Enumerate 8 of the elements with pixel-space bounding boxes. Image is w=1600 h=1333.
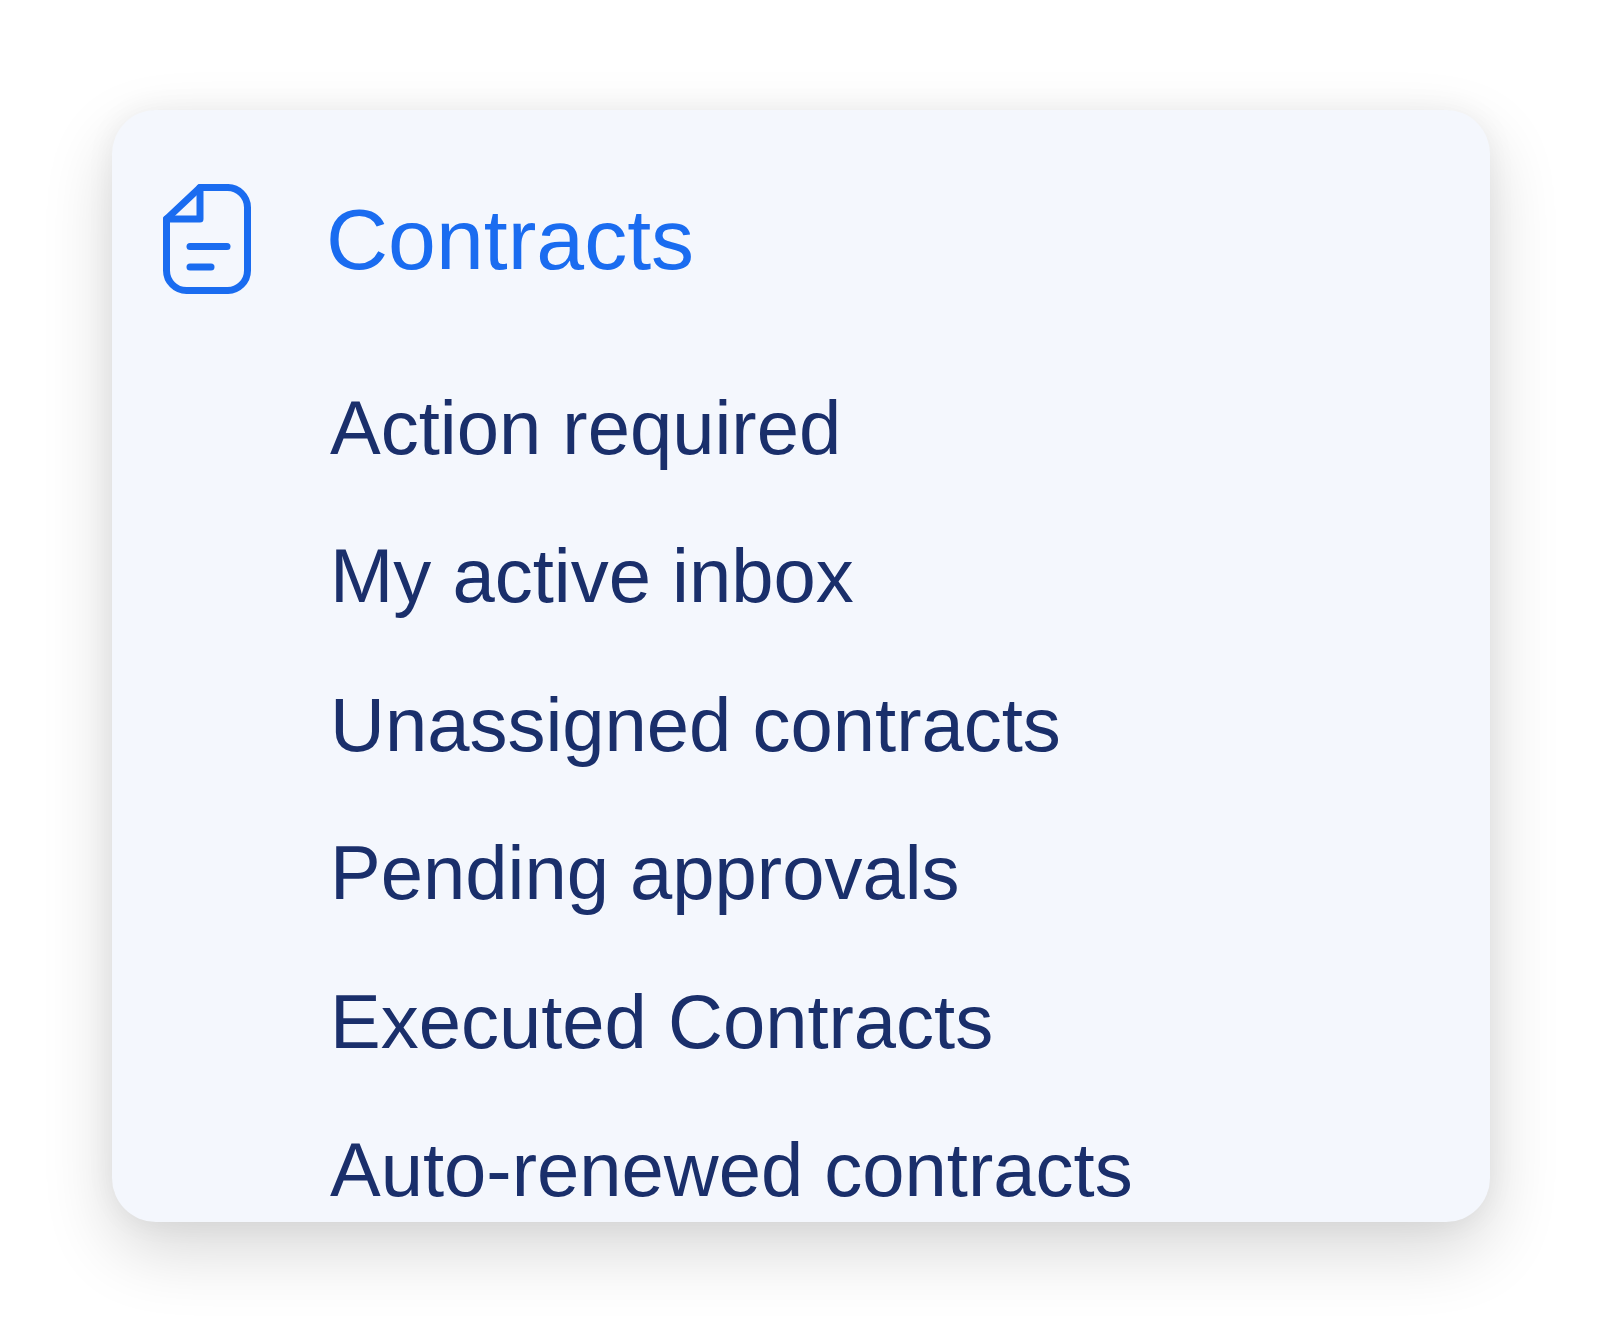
menu-item-link[interactable]: Executed Contracts <box>330 977 994 1065</box>
menu-item-link[interactable]: My active inbox <box>330 532 854 620</box>
menu-item-link[interactable]: Auto-renewed contracts <box>330 1125 1133 1214</box>
document-icon <box>163 184 251 294</box>
menu-item-link[interactable]: Action required <box>330 384 842 472</box>
section-title[interactable]: Contracts <box>326 196 695 282</box>
menu-item-link[interactable]: Pending approvals <box>330 829 960 917</box>
menu-item-link[interactable]: Unassigned contracts <box>330 680 1061 769</box>
